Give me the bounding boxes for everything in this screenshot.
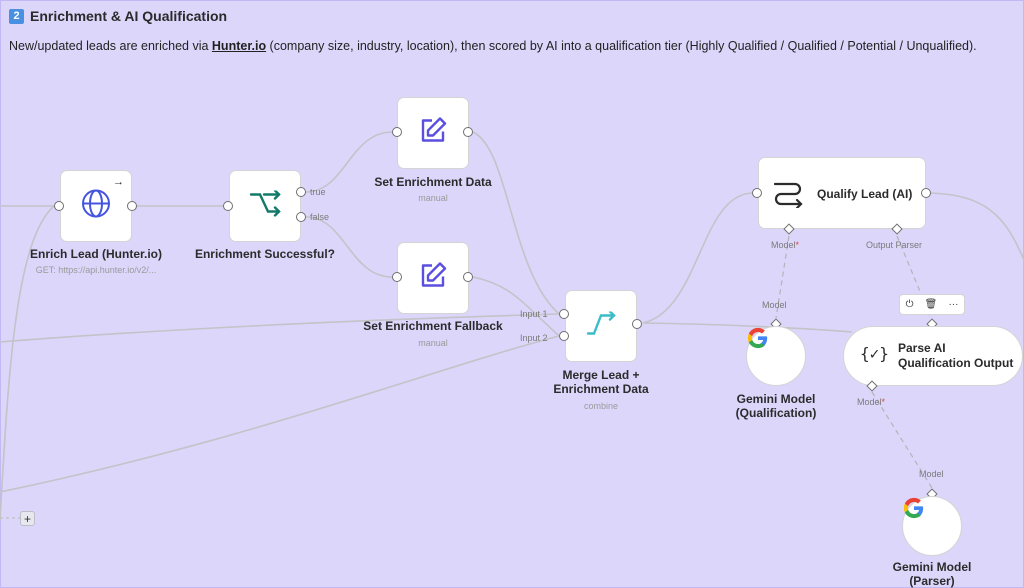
node-qualify-lead-ai[interactable]: Qualify Lead (AI) (758, 157, 926, 229)
google-g-icon (903, 497, 925, 523)
parse-model-port-label: Model* (857, 397, 886, 407)
merge-output-port[interactable] (632, 319, 642, 329)
branch-icon (249, 189, 281, 222)
merge-input2-label: Input 2 (520, 333, 548, 343)
false-branch-label: false (310, 212, 330, 222)
merge-label-line2: Enrichment Data (553, 382, 649, 396)
edit-pencil-icon (418, 261, 448, 296)
gemini-parser-label-line2: (Parser) (909, 574, 955, 588)
trigger-arrow-icon: → (113, 176, 124, 188)
node-enrich-lead[interactable]: → (60, 170, 132, 242)
ai-agent-icon (773, 180, 803, 213)
true-branch-label: true (310, 187, 326, 197)
merge-subtitle: combine (583, 401, 619, 411)
fallback-output-port[interactable] (463, 272, 473, 282)
set-data-input-port[interactable] (392, 127, 402, 137)
enrich-lead-output-port[interactable] (127, 201, 137, 211)
parse-output-label-line1: Parse AI (898, 341, 946, 355)
set-data-output-port[interactable] (463, 127, 473, 137)
node-set-enrichment-data[interactable] (397, 97, 469, 169)
gemini-qualification-label-line2: (Qualification) (735, 406, 817, 420)
set-enrichment-fallback-subtitle: manual (418, 338, 448, 348)
wire-merge-to-qualify (642, 192, 753, 324)
qualify-output-port[interactable] (921, 188, 931, 198)
code-braces-icon: {✓} (860, 344, 889, 363)
node-parse-ai-output[interactable]: {✓} Parse AI Qualification Output (843, 326, 1023, 386)
parse-output-label-line2: Qualification Output (898, 356, 1014, 370)
merge-icon (586, 310, 616, 341)
globe-icon (80, 188, 112, 225)
if-true-output-port[interactable] (296, 187, 306, 197)
enrich-lead-input-port[interactable] (54, 201, 64, 211)
node-gemini-parser[interactable] (902, 496, 962, 556)
merge-label-line1: Merge Lead + (562, 368, 640, 382)
merge-input2-port[interactable] (559, 331, 569, 341)
gemini-qualification-port-label: Model (762, 300, 787, 310)
merge-input1-label: Input 1 (520, 309, 548, 319)
set-enrichment-fallback-label: Set Enrichment Fallback (363, 319, 503, 333)
connections (0, 131, 1024, 521)
gemini-qualification-label-line1: Gemini Model (736, 392, 816, 406)
edit-pencil-icon (418, 116, 448, 151)
if-input-port[interactable] (223, 201, 233, 211)
wire-set-data-to-merge (472, 131, 560, 315)
wire-qualify-out (930, 192, 1024, 261)
merge-input1-port[interactable] (559, 309, 569, 319)
add-node-button[interactable]: + (20, 511, 35, 526)
node-gemini-qualification[interactable] (746, 326, 806, 386)
qualify-lead-label: Qualify Lead (AI) (817, 187, 913, 201)
enrichment-successful-label: Enrichment Successful? (194, 247, 336, 261)
qualify-input-port[interactable] (752, 188, 762, 198)
wire-left-to-merge-input2 (0, 335, 560, 493)
gemini-parser-label-line1: Gemini Model (892, 560, 972, 574)
set-enrichment-data-subtitle: manual (418, 193, 448, 203)
gemini-parser-port-label: Model (919, 469, 944, 479)
trash-icon[interactable]: 🗑 (925, 299, 938, 310)
node-toolbar: ⏻ 🗑 ··· (899, 294, 965, 315)
more-options-icon[interactable]: ··· (948, 299, 958, 310)
power-icon[interactable]: ⏻ (906, 299, 914, 310)
node-merge-lead-enrichment[interactable] (565, 290, 637, 362)
set-enrichment-data-label: Set Enrichment Data (374, 175, 492, 189)
qualify-model-port-label: Model* (771, 240, 800, 250)
enrich-lead-label: Enrich Lead (Hunter.io) (29, 247, 162, 261)
fallback-input-port[interactable] (392, 272, 402, 282)
google-g-icon (747, 327, 769, 353)
qualify-output-parser-label: Output Parser (866, 240, 923, 250)
enrich-lead-subtitle: GET: https://api.hunter.io/v2/... (35, 265, 157, 275)
node-enrichment-successful[interactable] (229, 170, 301, 242)
if-false-output-port[interactable] (296, 212, 306, 222)
node-set-enrichment-fallback[interactable] (397, 242, 469, 314)
